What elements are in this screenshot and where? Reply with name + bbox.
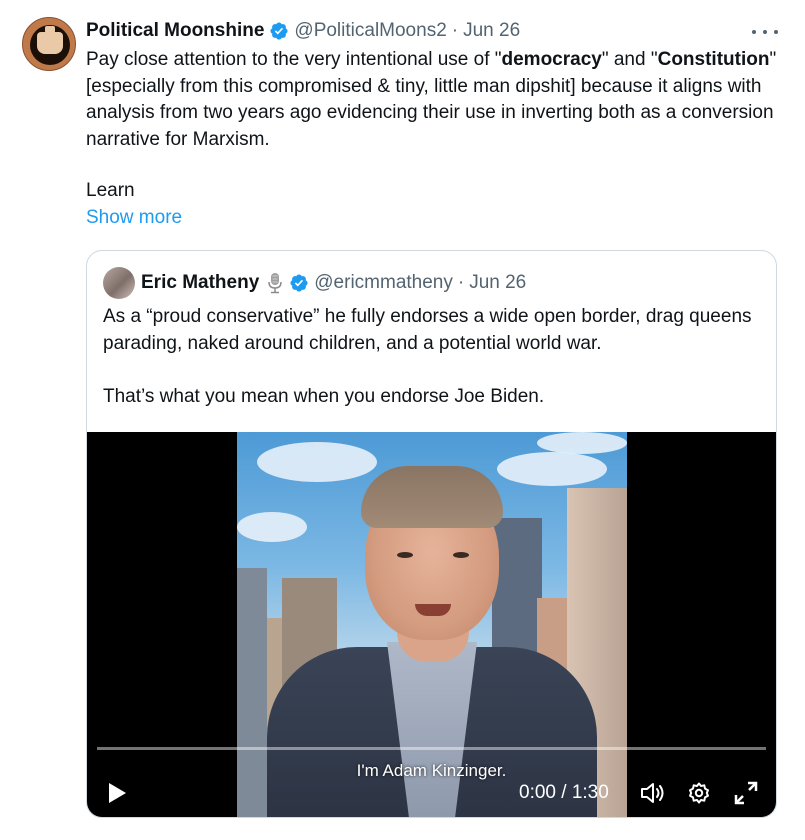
tweet[interactable]: Political Moonshine @PoliticalMoons2 · J… [0, 0, 805, 840]
verified-badge-icon[interactable] [269, 21, 289, 41]
settings-gear-icon[interactable] [687, 781, 711, 805]
cloud [537, 432, 627, 454]
quoted-author-avatar[interactable] [103, 267, 135, 299]
quoted-tweet-date[interactable]: Jun 26 [469, 272, 526, 294]
verified-badge-icon[interactable] [289, 273, 309, 293]
cloud [237, 512, 307, 542]
video-time: 0:00 / 1:30 [519, 782, 609, 803]
microphone-icon [268, 273, 283, 294]
tweet-text-bold: Constitution [657, 49, 770, 70]
tweet-date[interactable]: Jun 26 [463, 20, 520, 42]
tweet-text-part: " and " [601, 49, 658, 70]
person-hair [361, 466, 503, 528]
video-subtitle: I'm Adam Kinzinger. [356, 761, 507, 780]
author-avatar[interactable] [22, 17, 76, 71]
more-dot [763, 30, 767, 34]
quoted-tweet[interactable]: Eric Matheny @ericmmatheny · Jun 26 As a… [86, 250, 777, 818]
more-dot [774, 30, 778, 34]
video-progress-bar[interactable] [97, 747, 766, 750]
quoted-author-handle[interactable]: @ericmmatheny [314, 272, 453, 294]
header-separator: · [451, 20, 459, 41]
tweet-header: Political Moonshine @PoliticalMoons2 · J… [86, 18, 520, 44]
author-handle[interactable]: @PoliticalMoons2 [294, 20, 446, 42]
quoted-header-separator: · [457, 272, 465, 293]
quoted-author-display-name[interactable]: Eric Matheny [141, 272, 259, 294]
quoted-tweet-text-second: That’s what you mean when you endorse Jo… [103, 386, 545, 407]
tweet-text-truncated: Learn [86, 180, 135, 201]
person-eye [397, 552, 413, 558]
more-dot [752, 30, 756, 34]
tweet-text-part: Pay close attention to the very intentio… [86, 49, 502, 70]
moonshine-jug-icon [37, 26, 63, 54]
cloud [257, 442, 377, 482]
fullscreen-icon[interactable] [733, 780, 759, 806]
cloud [497, 452, 607, 486]
quoted-tweet-text: As a “proud conservative” he fully endor… [103, 306, 752, 354]
quoted-tweet-header: Eric Matheny @ericmmatheny · Jun 26 [141, 270, 526, 296]
play-icon[interactable] [107, 782, 127, 804]
author-display-name[interactable]: Political Moonshine [86, 20, 264, 42]
person-eye [453, 552, 469, 558]
video-player[interactable]: I'm Adam Kinzinger. 0:00 / 1:30 [87, 432, 776, 817]
tweet-text: Pay close attention to the very intentio… [86, 47, 786, 153]
more-options-icon[interactable] [752, 22, 778, 42]
show-more-link[interactable]: Show more [86, 207, 182, 229]
tweet-text-bold: democracy [501, 49, 602, 70]
volume-icon[interactable] [639, 781, 665, 805]
